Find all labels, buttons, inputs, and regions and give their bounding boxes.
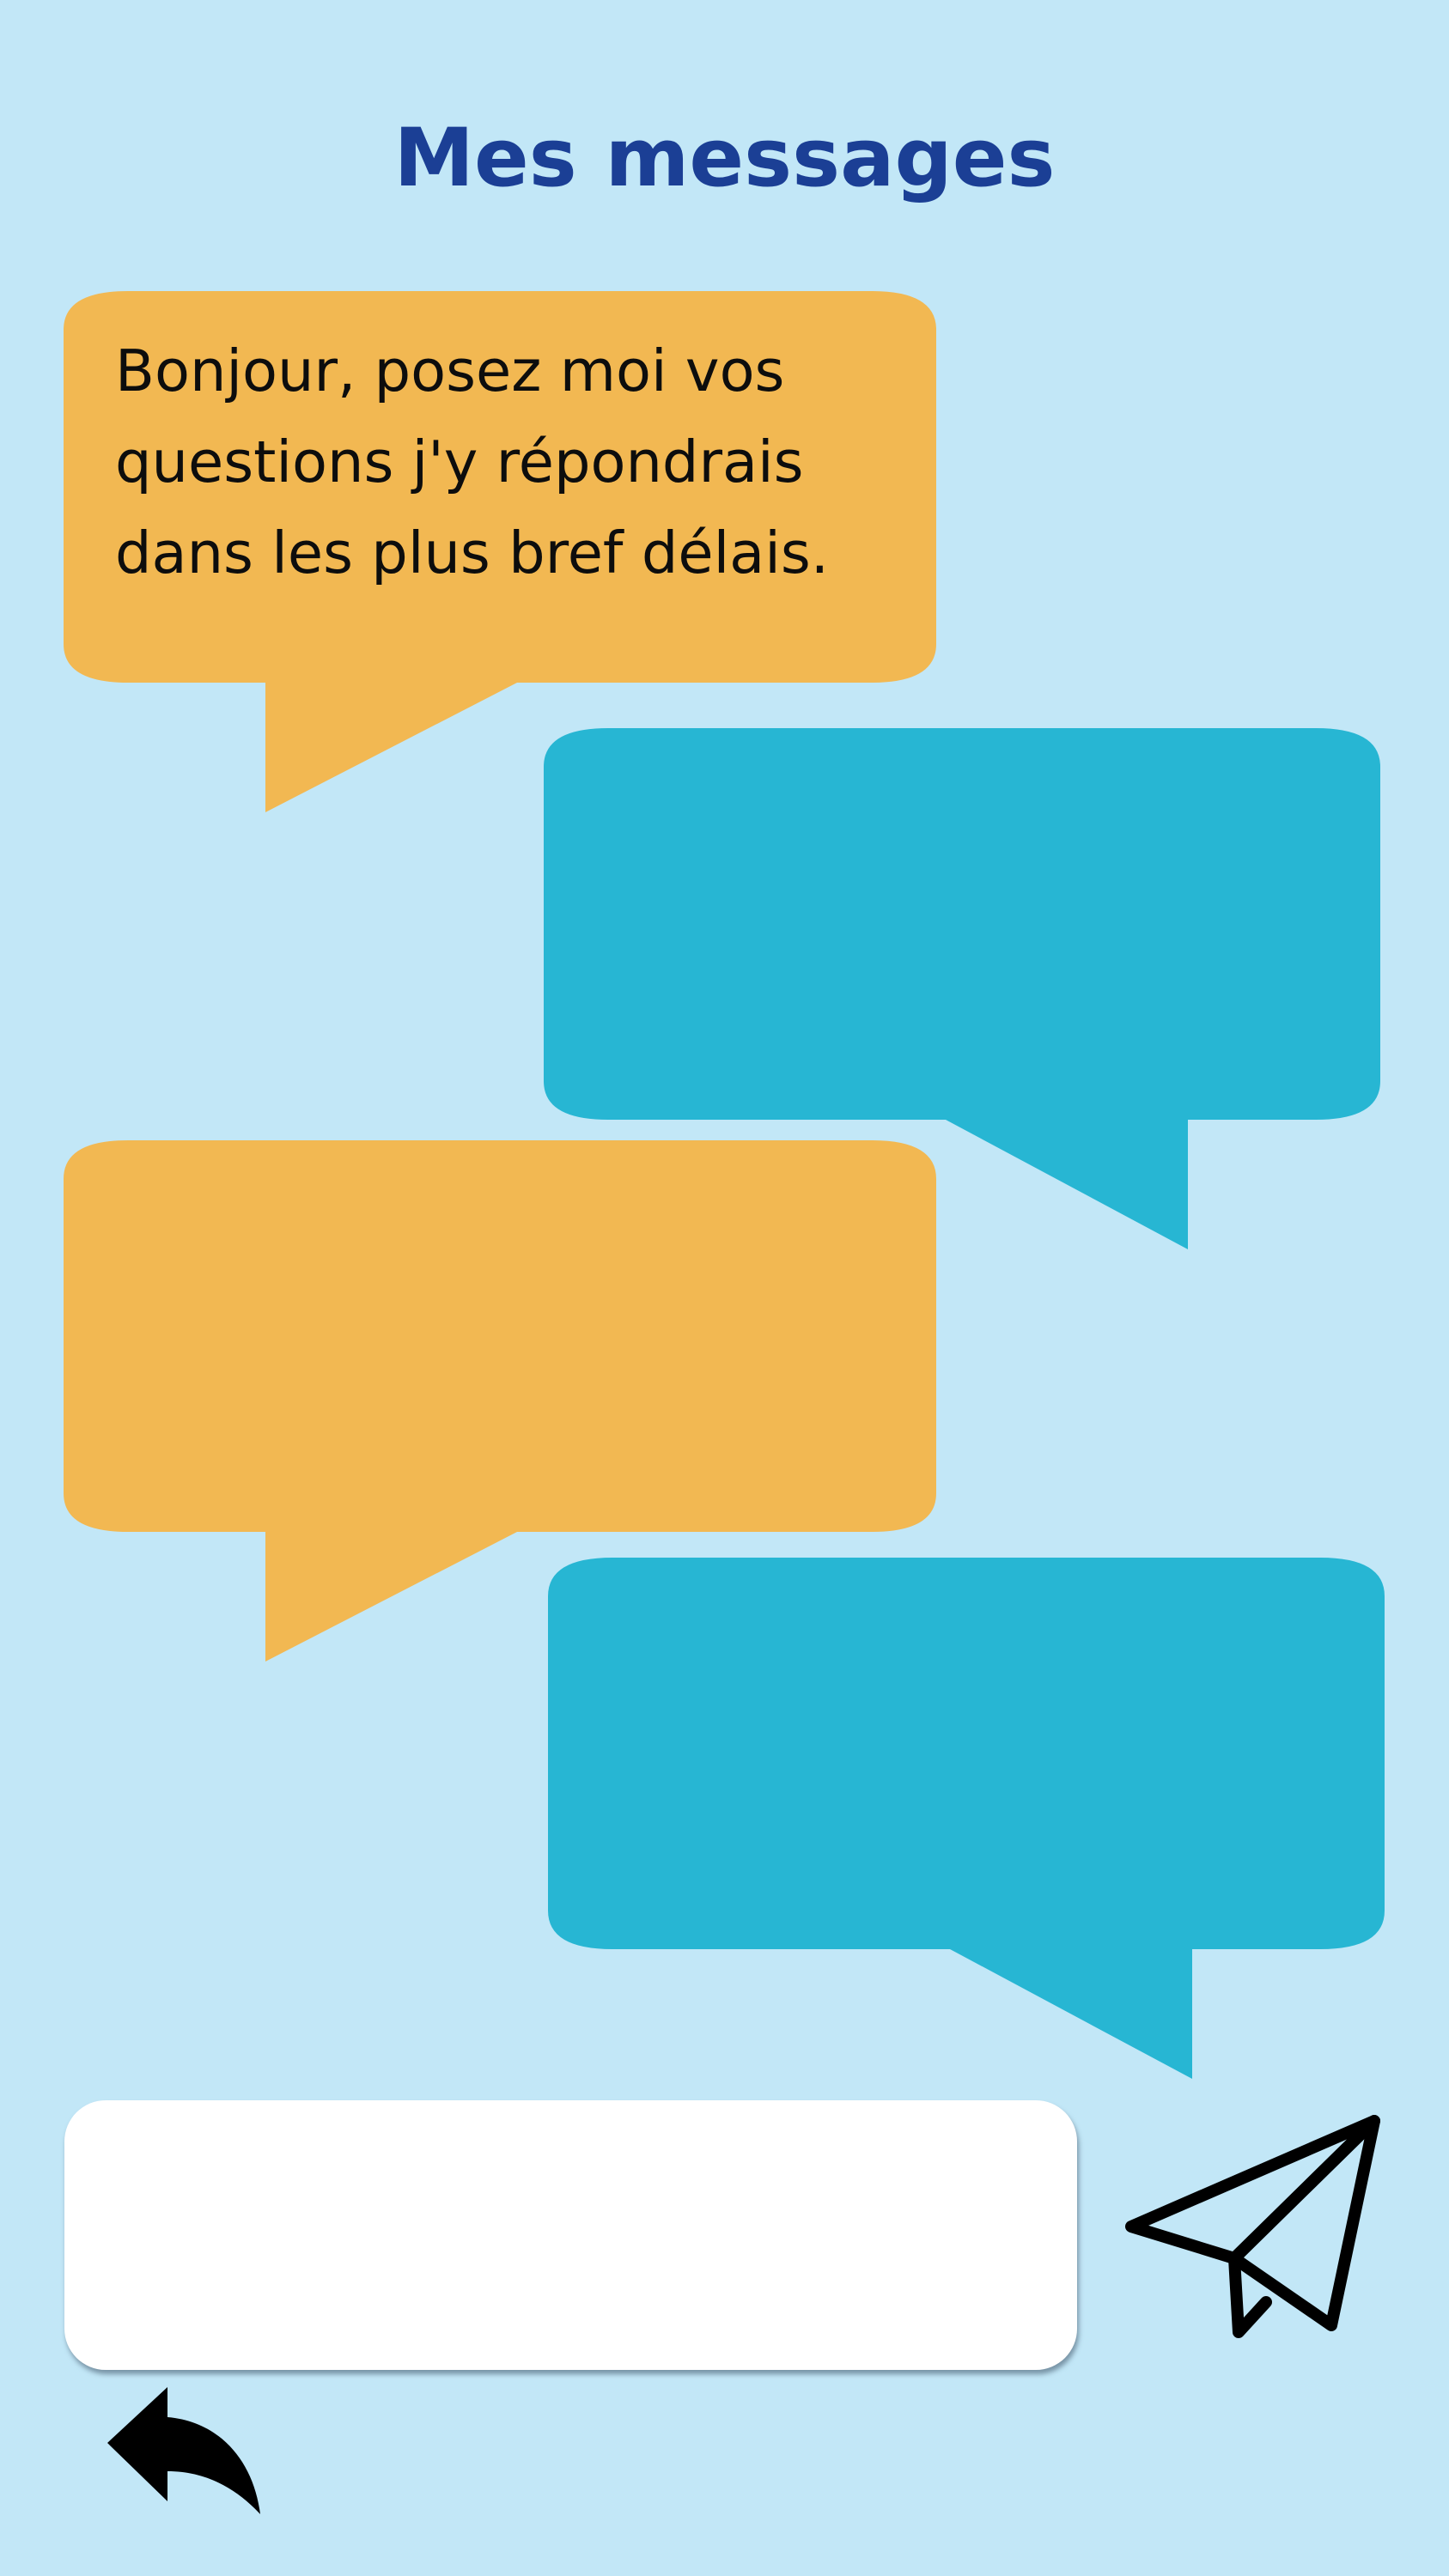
back-arrow-icon <box>107 2387 260 2514</box>
back-button[interactable] <box>107 2387 262 2524</box>
page-title: Mes messages <box>393 112 1056 205</box>
paper-plane-icon <box>1125 2115 1380 2338</box>
bubble-shape <box>548 1558 1385 2079</box>
message-input[interactable] <box>64 2100 1077 2370</box>
message-bubble-user <box>548 1558 1385 2079</box>
message-text: Bonjour, posez moi vos questions j'y rép… <box>115 337 830 586</box>
send-button[interactable] <box>1121 2112 1396 2344</box>
